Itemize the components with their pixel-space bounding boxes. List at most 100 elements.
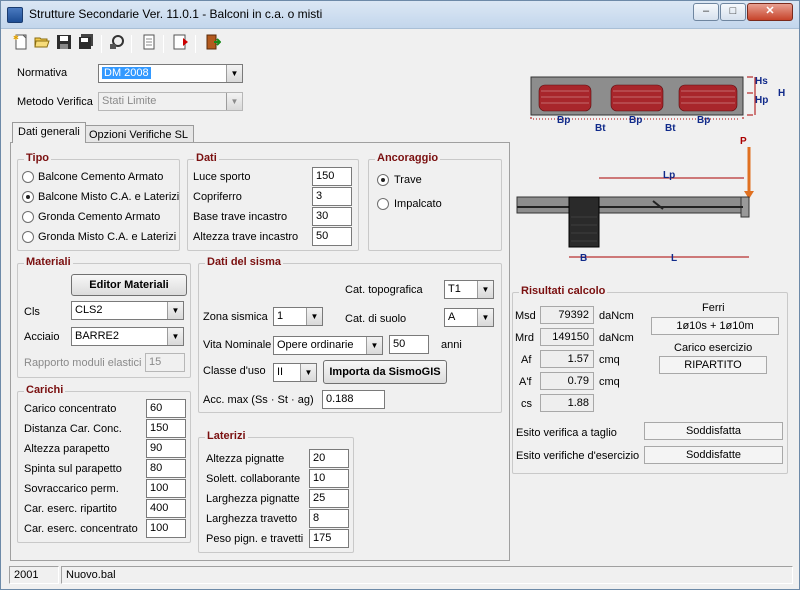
export-pdf-icon[interactable] [171,34,191,54]
car-concentrato-eserc-input[interactable]: 100 [146,519,186,538]
cat-suolo-select[interactable]: A ▼ [444,308,494,327]
esito-esercizio-label: Esito verifiche d'esercizio [516,450,640,462]
editor-materiali-button[interactable]: Editor Materiali [71,274,187,296]
spinta-parapetto-input[interactable]: 80 [146,459,186,478]
tipo-radio-1[interactable] [22,191,34,203]
mrd-unit: daNcm [599,332,634,344]
base-trave-input[interactable]: 30 [312,207,352,226]
tipo-option-0[interactable]: Balcone Cemento Armato [38,171,163,183]
tipo-radio-3[interactable] [22,231,34,243]
ancoraggio-radio-trave[interactable] [377,174,389,186]
new-icon[interactable]: ✱ [11,34,31,54]
cls-select[interactable]: CLS2 ▼ [71,301,184,320]
open-icon[interactable] [32,34,52,54]
hp-label: Hp [755,95,768,106]
larghezza-travetto-input[interactable]: 8 [309,509,349,528]
msd-value: 79392 [540,306,594,324]
carico-esercizio-label: Carico esercizio [674,342,753,354]
close-button[interactable]: ✕ [747,3,793,21]
document-icon[interactable] [139,34,159,54]
print-preview-icon[interactable] [107,34,127,54]
sovraccarico-label: Sovraccarico perm. [24,483,119,495]
bp-label-3: Bp [697,115,710,126]
chevron-down-icon: ▼ [366,337,382,354]
minimize-button[interactable]: – [693,3,719,21]
carico-concentrato-input[interactable]: 60 [146,399,186,418]
exit-icon[interactable] [203,34,223,54]
laterizi-title: Laterizi [205,430,248,442]
chevron-down-icon: ▼ [167,328,183,345]
tipo-radio-0[interactable] [22,171,34,183]
cross-section-diagram: Hs Hp H Bp Bp Bp Bt Bt [530,76,785,134]
msd-unit: daNcm [599,310,634,322]
car-ripartito-input[interactable]: 400 [146,499,186,518]
larghezza-travetto-label: Larghezza travetto [206,513,298,525]
ancoraggio-option-impalcato[interactable]: Impalcato [394,198,442,210]
ancoraggio-title: Ancoraggio [375,152,441,164]
maximize-button[interactable]: □ [720,3,746,21]
classe-uso-value: II [277,366,284,378]
carico-concentrato-label: Carico concentrato [24,403,117,415]
cat-topografica-select[interactable]: T1 ▼ [444,280,494,299]
tipo-option-3[interactable]: Gronda Misto C.A. e Laterizi [38,231,176,243]
carichi-title: Carichi [24,384,66,396]
acc-max-input[interactable]: 0.188 [322,390,385,409]
acciaio-select[interactable]: BARRE2 ▼ [71,327,184,346]
altezza-parapetto-input[interactable]: 90 [146,439,186,458]
classe-uso-select[interactable]: II ▼ [273,363,317,382]
solett-input[interactable]: 10 [309,469,349,488]
ancoraggio-radio-impalcato[interactable] [377,198,389,210]
copriferro-input[interactable]: 3 [312,187,352,206]
hs-label: Hs [755,76,768,87]
esito-esercizio-value: Soddisfatte [644,446,783,464]
sovraccarico-input[interactable]: 100 [146,479,186,498]
tab-opzioni-verifiche[interactable]: Opzioni Verifiche SL [83,125,195,143]
lp-label: Lp [663,170,675,181]
tipo-option-1[interactable]: Balcone Misto C.A. e Laterizi [38,191,179,203]
save-icon[interactable] [54,34,74,54]
altezza-pignatte-input[interactable]: 20 [309,449,349,468]
cs-label: cs [521,398,532,410]
peso-pignatte-input[interactable]: 175 [309,529,349,548]
vita-nominale-select[interactable]: Opere ordinarie ▼ [273,336,383,355]
p-label: P [740,136,747,147]
ferri-value: 1ø10s + 1ø10m [651,317,779,335]
luce-sporto-input[interactable]: 150 [312,167,352,186]
dati-title: Dati [194,152,219,164]
status-file: Nuovo.bal [61,566,793,584]
bp-label-2: Bp [629,115,642,126]
normativa-value: DM 2008 [102,67,151,79]
status-bar: 2001 Nuovo.bal [9,566,793,584]
base-trave-label: Base trave incastro [193,211,288,223]
zona-sismica-label: Zona sismica [203,311,268,323]
cls-label: Cls [24,306,40,318]
rapporto-input: 15 [145,353,185,372]
metodo-label: Metodo Verifica [17,96,93,108]
vita-anni-input[interactable]: 50 [389,335,429,354]
vita-nominale-label: Vita Nominale [203,339,272,351]
altezza-trave-input[interactable]: 50 [312,227,352,246]
tipo-option-2[interactable]: Gronda Cemento Armato [38,211,160,223]
normativa-select[interactable]: DM 2008 ▼ [98,64,243,83]
materiali-title: Materiali [24,256,73,268]
metodo-select[interactable]: Stati Limite ▼ [98,92,243,111]
acc-max-label: Acc. max (Ss · St · ag) [203,394,314,406]
larghezza-pignatte-label: Larghezza pignatte [206,493,300,505]
zona-sismica-select[interactable]: 1 ▼ [273,307,323,326]
chevron-down-icon: ▼ [226,65,242,82]
car-ripartito-label: Car. eserc. ripartito [24,503,117,515]
altezza-parapetto-label: Altezza parapetto [24,443,110,455]
tab-dati-generali[interactable]: Dati generali [12,122,86,143]
mrd-value: 149150 [540,328,594,346]
rapporto-label: Rapporto moduli elastici [24,357,142,369]
larghezza-pignatte-input[interactable]: 25 [309,489,349,508]
svg-text:✱: ✱ [13,34,19,42]
ancoraggio-option-trave[interactable]: Trave [394,174,422,186]
save-all-icon[interactable] [76,34,96,54]
importa-sismogis-button[interactable]: Importa da SismoGIS [323,360,447,384]
tipo-radio-2[interactable] [22,211,34,223]
msd-label: Msd [515,310,536,322]
mrd-label: Mrd [515,332,534,344]
chevron-down-icon: ▼ [306,308,322,325]
distanza-car-input[interactable]: 150 [146,419,186,438]
